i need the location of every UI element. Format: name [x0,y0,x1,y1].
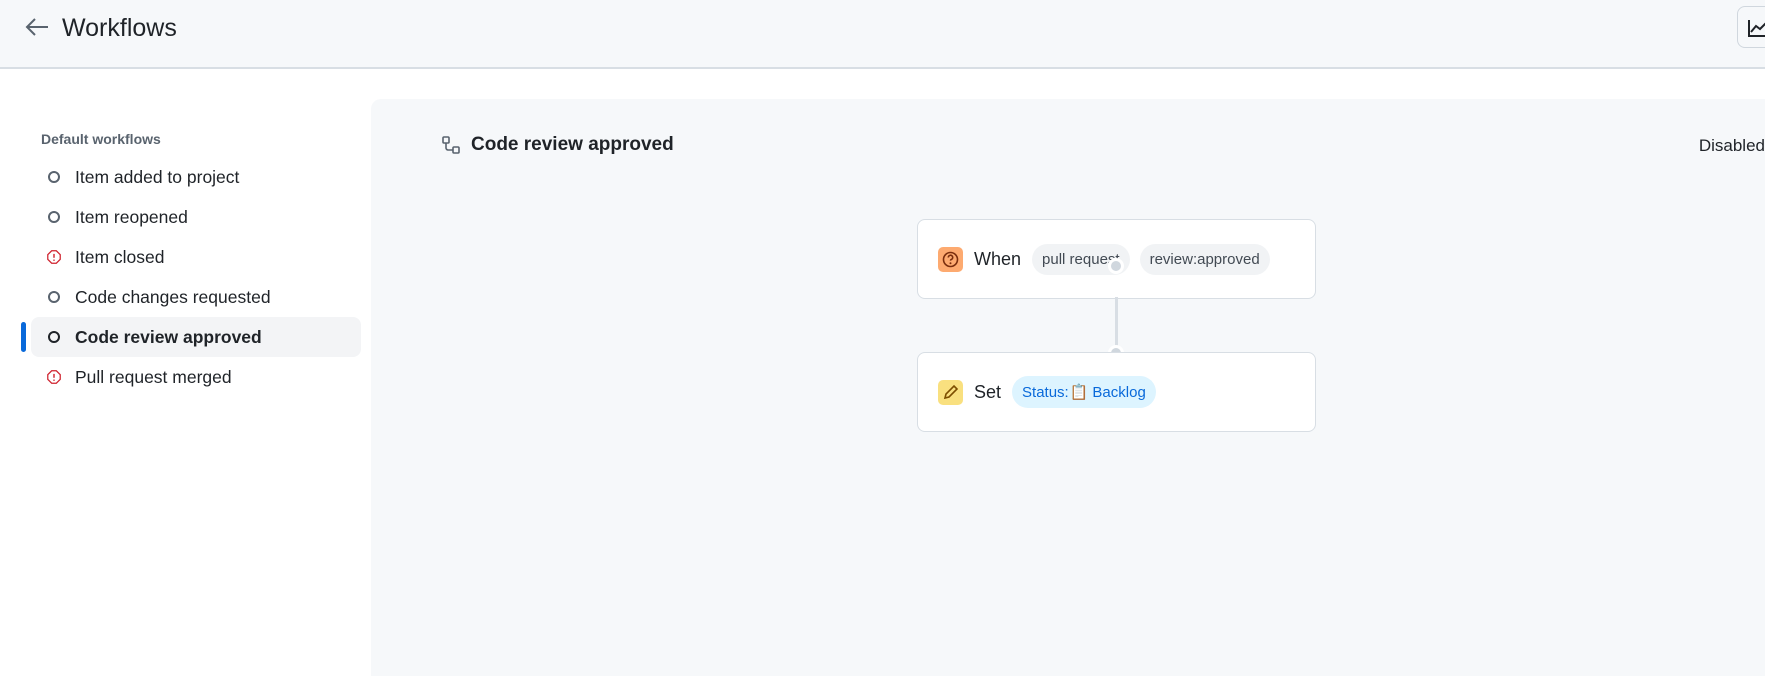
arrow-left-icon[interactable] [22,12,52,42]
insights-button[interactable] [1737,6,1765,48]
header: Workflows [0,0,1765,69]
action-keyword: Set [974,381,1002,402]
connector-dot [1108,258,1124,274]
status-field: Status: [1022,383,1069,401]
alert-icon [47,250,61,264]
circle-icon [47,210,61,224]
action-card[interactable]: Set Status: 📋 Backlog [917,352,1316,432]
sidebar-item-label: Item added to project [75,166,240,187]
circle-icon [47,330,61,344]
workflow-panel: Code review approved Disabled When pull … [371,99,1765,676]
sidebar-heading: Default workflows [41,131,161,147]
sidebar-item[interactable]: Code changes requested [31,277,361,317]
trigger-keyword: When [974,248,1022,269]
status-chip[interactable]: Status: 📋 Backlog [1012,376,1156,408]
sidebar-item[interactable]: Item added to project [31,157,361,197]
workflow-state-toggle[interactable]: Disabled [1699,136,1765,156]
workflow-title: Code review approved [471,134,674,155]
sidebar-item[interactable]: Item closed [31,237,361,277]
alert-icon [47,370,61,384]
sidebar-item[interactable]: Code review approved [31,317,361,357]
graph-icon [1748,20,1765,37]
sidebar-item-label: Pull request merged [75,366,232,387]
sidebar-item[interactable]: Pull request merged [31,357,361,397]
circle-icon [47,170,61,184]
page-title: Workflows [62,14,177,42]
pencil-icon [938,379,963,405]
status-value: Backlog [1092,383,1146,401]
selected-indicator [21,322,26,352]
sidebar-item[interactable]: Item reopened [31,197,361,237]
sidebar-item-label: Item closed [75,246,165,267]
sidebar-item-label: Code review approved [75,326,262,347]
trigger-chip[interactable]: review:approved [1139,243,1270,275]
clipboard-icon: 📋 [1069,384,1089,401]
connector-line [1115,297,1118,352]
question-icon [938,246,963,272]
sidebar-item-label: Code changes requested [75,286,271,307]
workflow-icon [442,136,460,154]
circle-icon [47,290,61,304]
sidebar-item-label: Item reopened [75,206,188,227]
